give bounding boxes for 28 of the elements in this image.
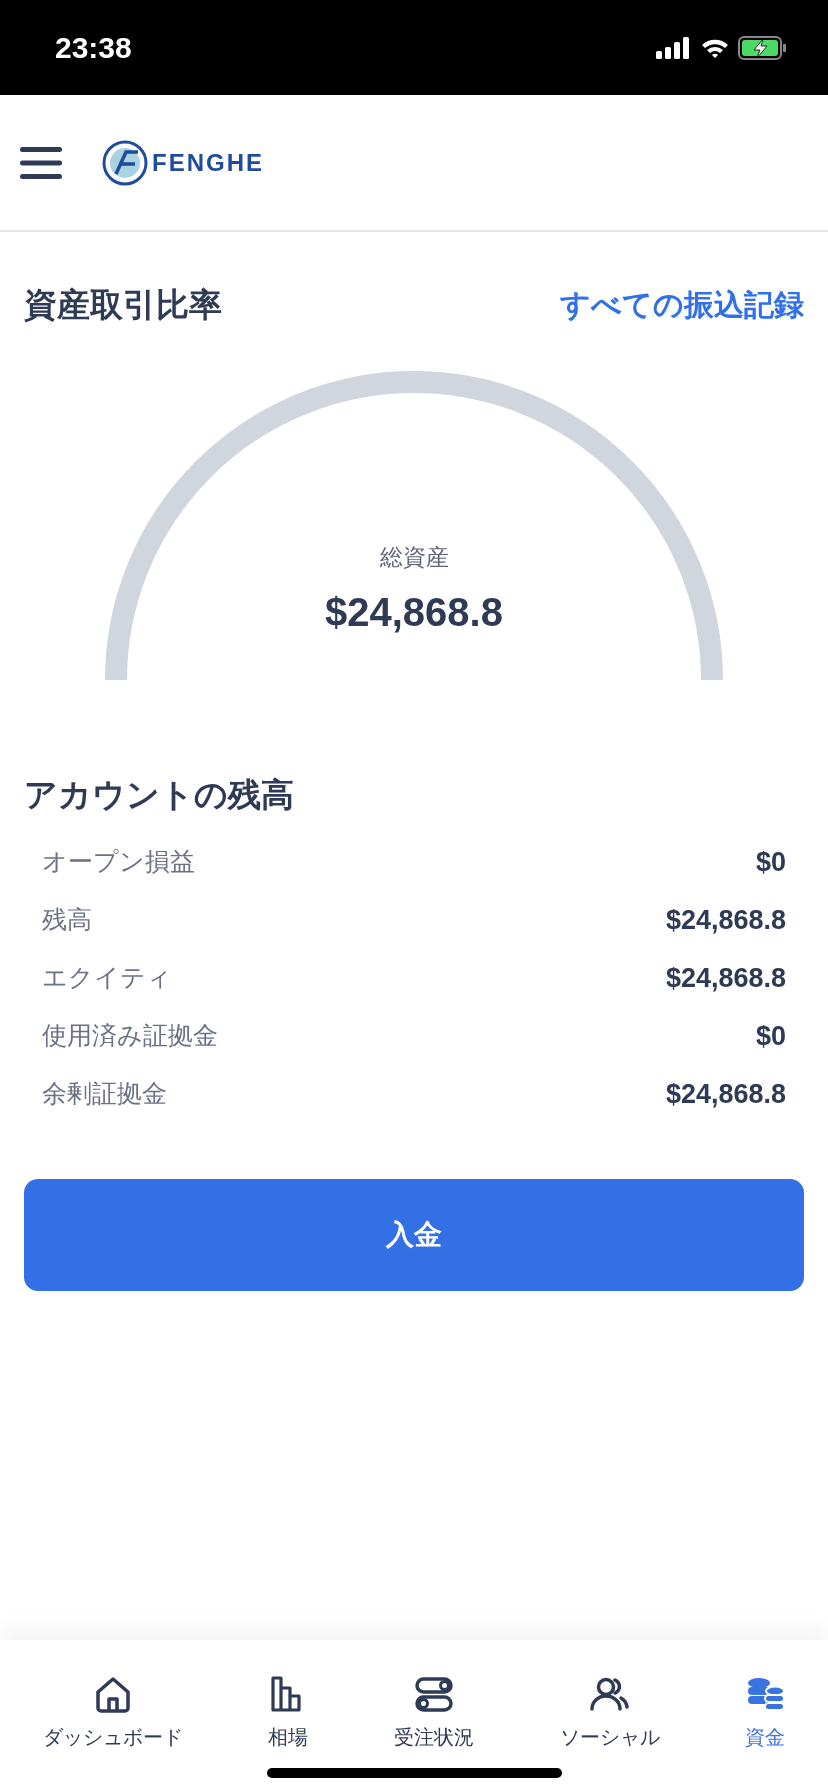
tab-bar-item[interactable]: 資金	[745, 1674, 786, 1752]
logo-text: FENGHE	[152, 147, 264, 178]
balance-value: $24,868.8	[665, 961, 786, 995]
tab-bar-item[interactable]: 受注状況	[394, 1674, 474, 1752]
clock-time: 23:38	[55, 30, 132, 66]
signal-icon	[656, 36, 692, 59]
balance-label: 使用済み証拠金	[42, 1020, 218, 1053]
balance-label: オープン損益	[42, 846, 195, 879]
balance-label: 残高	[42, 904, 92, 937]
tab-bar-item[interactable]: ダッシュボード	[42, 1674, 183, 1752]
section-title: アカウントの残高	[24, 774, 294, 814]
balance-label: エクイティ	[42, 962, 172, 995]
tab-bar-item[interactable]: 相場	[268, 1674, 309, 1752]
toggle-icon	[414, 1674, 454, 1714]
total-assets-value: $24,868.8	[325, 590, 503, 634]
balance-value: $0	[755, 845, 786, 879]
logo-icon	[102, 139, 148, 186]
battery-icon	[738, 35, 788, 60]
balance-value: $0	[755, 1019, 786, 1053]
balance-value: $24,868.8	[665, 903, 786, 937]
balance-label: 余剰証拠金	[42, 1078, 167, 1111]
menu-icon[interactable]	[20, 144, 62, 181]
balance-value: $24,868.8	[665, 1077, 786, 1111]
section-title: 資産取引比率	[24, 284, 222, 326]
deposit-button[interactable]: 入金	[24, 1179, 804, 1291]
tab-bar-item[interactable]: ソーシャル	[559, 1674, 660, 1752]
transfer-history-link[interactable]: すべての振込記録	[560, 282, 804, 328]
gauge-label: 総資産	[379, 543, 449, 570]
